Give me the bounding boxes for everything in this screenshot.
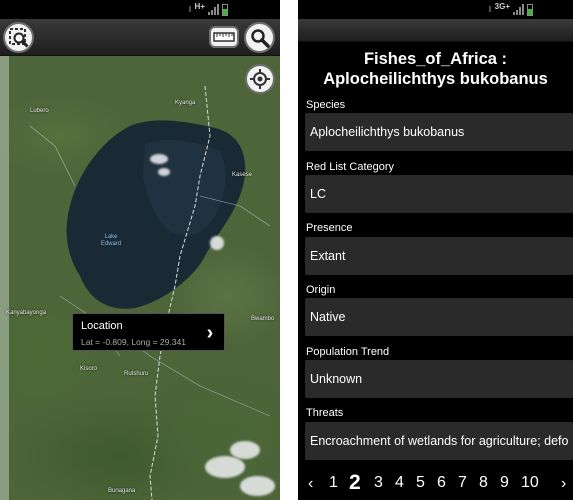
place-label: Kisoro (80, 366, 98, 372)
ruler-icon (213, 32, 235, 42)
origin-field[interactable]: Native (305, 298, 573, 336)
page-number[interactable]: 8 (479, 474, 488, 492)
status-icons: ⧛ H+ (188, 2, 228, 17)
signal-icon (208, 4, 219, 15)
status-bar: ⧛ 3G+ (298, 0, 573, 19)
action-bar (298, 19, 573, 42)
page-number[interactable]: 7 (458, 474, 467, 492)
search-button[interactable] (244, 22, 275, 53)
cloud (150, 154, 168, 164)
satellite-map[interactable]: Lubero Kyanga Kasese Lake Edward Kanyaba… (0, 56, 280, 500)
population-trend-label: Population Trend (306, 346, 390, 358)
species-label: Species (306, 99, 346, 111)
my-location-button[interactable] (245, 64, 275, 94)
place-label: Bunagana (108, 488, 136, 494)
lake-label: Lake Edward (100, 234, 122, 247)
origin-label: Origin (306, 284, 336, 296)
page-number[interactable]: 10 (521, 474, 539, 492)
species-detail-screen: ⧛ 3G+ Fishes_of_Africa : Aplocheilichthy… (298, 0, 573, 500)
cloud (158, 168, 170, 176)
signal-icon (513, 4, 524, 15)
map-toolbar (0, 19, 280, 56)
page-number[interactable]: 5 (416, 474, 425, 492)
red-list-category-field[interactable]: LC (305, 175, 573, 213)
cloud (205, 456, 245, 478)
battery-icon (222, 3, 228, 16)
page-navigator: ‹ 1 2 3 4 5 6 7 8 9 10 › (298, 471, 573, 498)
status-icons: ⧛ 3G+ (488, 1, 533, 17)
network-type: H+ (194, 1, 205, 11)
cloud (210, 236, 224, 250)
presence-label: Presence (306, 222, 353, 234)
species-field[interactable]: Aplocheilichthys bukobanus (305, 113, 573, 151)
status-bar: ⧛ H+ (0, 0, 280, 19)
next-page-button[interactable]: › (561, 475, 566, 493)
page-number-current[interactable]: 2 (349, 471, 361, 495)
page-number[interactable]: 6 (437, 474, 446, 492)
population-trend-field[interactable]: Unknown (305, 360, 573, 398)
page-number[interactable]: 9 (500, 474, 509, 492)
network-type: 3G+ (494, 1, 510, 11)
place-label: Kasese (232, 172, 253, 178)
red-list-category-label: Red List Category (306, 161, 395, 173)
battery-icon (527, 3, 533, 16)
callout-title: Location (81, 320, 123, 332)
measure-button[interactable] (209, 26, 239, 48)
page-number[interactable]: 1 (329, 474, 338, 492)
zoom-area-button[interactable] (3, 22, 34, 53)
national-border (29, 85, 271, 500)
cloud (240, 476, 275, 496)
place-label: Kanyabayonga (6, 310, 47, 316)
search-icon (250, 28, 270, 48)
location-callout[interactable]: Location Lat = -0.809, Long = 29.341 › (72, 313, 225, 351)
place-label: Rutshuru (124, 371, 149, 377)
place-label: Bwambo (251, 316, 275, 322)
page-number[interactable]: 4 (395, 474, 404, 492)
threats-label: Threats (306, 407, 344, 419)
presence-field[interactable]: Extant (305, 237, 573, 275)
threats-field[interactable]: Encroachment of wetlands for agriculture… (305, 422, 573, 460)
vibrate-icon: ⧛ (488, 4, 492, 14)
place-label: Lubero (30, 108, 49, 114)
previous-page-button[interactable]: ‹ (308, 475, 313, 493)
crosshair-icon (250, 69, 270, 89)
map-screen: ⧛ H+ Lubero Kyanga Kasese Lake Edward Ka… (0, 0, 280, 500)
page-number[interactable]: 3 (374, 474, 383, 492)
vibrate-icon: ⧛ (188, 4, 192, 14)
chevron-right-icon[interactable]: › (200, 321, 220, 345)
place-label: Kyanga (175, 100, 196, 106)
zoom-area-icon (8, 27, 29, 48)
page-title: Fishes_of_Africa : Aplocheilichthys buko… (323, 50, 548, 88)
cloud (230, 441, 260, 459)
callout-coordinates: Lat = -0.809, Long = 29.341 (81, 337, 186, 347)
